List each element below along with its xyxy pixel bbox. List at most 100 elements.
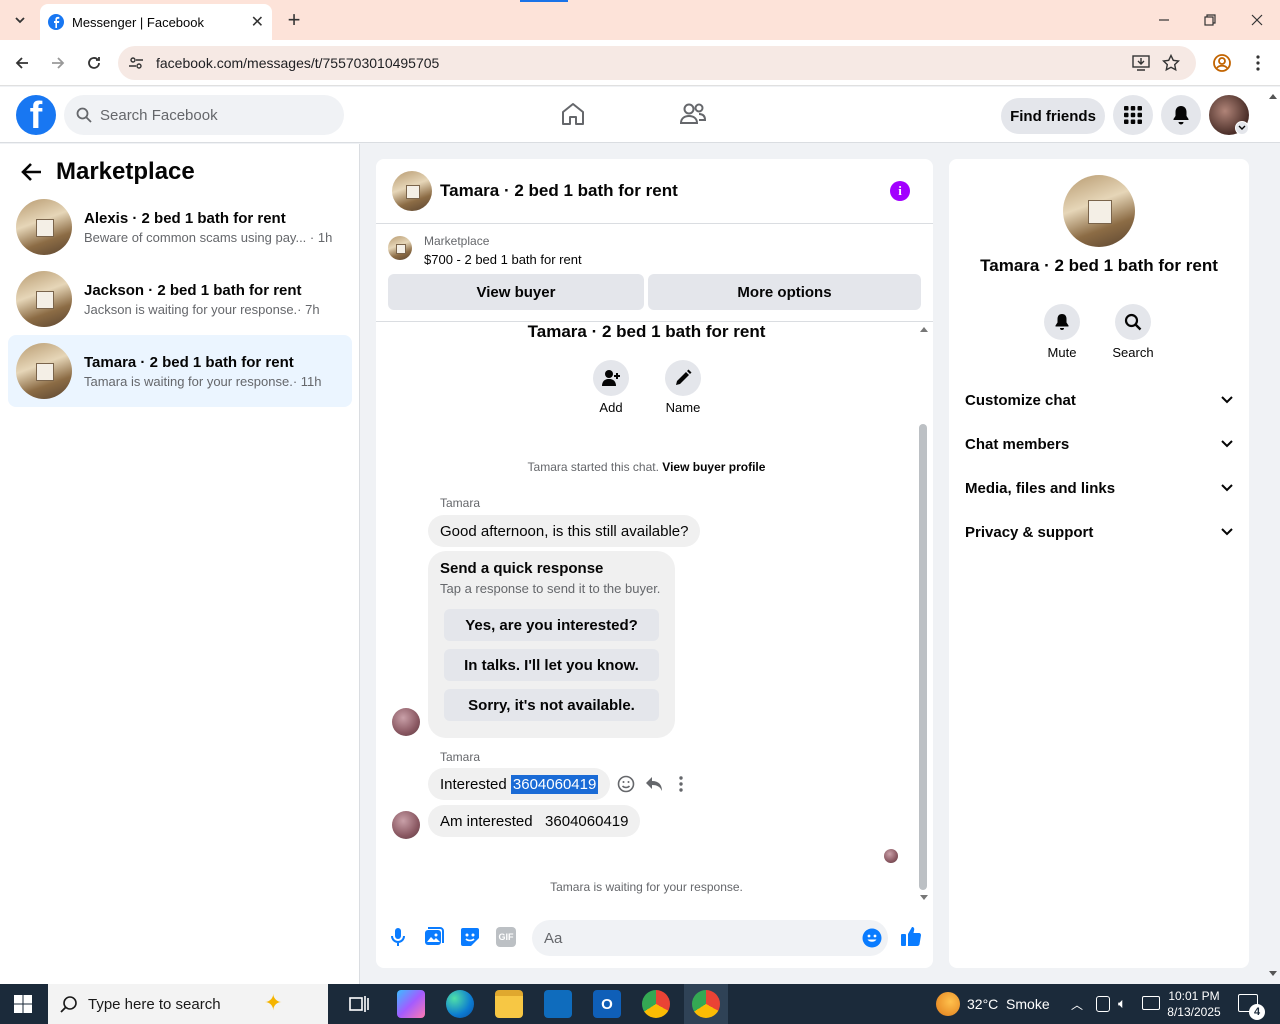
message-input[interactable]: Aa: [532, 920, 888, 956]
privacy-support-section[interactable]: Privacy & support: [965, 510, 1233, 554]
page-scroll-down-icon[interactable]: [1268, 970, 1278, 978]
buyer-avatar[interactable]: [392, 811, 420, 839]
listing-source: Marketplace: [424, 234, 490, 248]
file-explorer-icon[interactable]: [495, 990, 523, 1018]
url-bar[interactable]: facebook.com/messages/t/755703010495705: [118, 46, 1196, 80]
profile-icon[interactable]: [1210, 51, 1234, 75]
sticker-icon[interactable]: [460, 927, 480, 947]
edit-name-icon[interactable]: [665, 360, 701, 396]
conversation-item-active[interactable]: Tamara · 2 bed 1 bath for rent Tamara is…: [8, 335, 352, 407]
search-chat-icon[interactable]: [1115, 304, 1151, 340]
store-icon[interactable]: [544, 990, 572, 1018]
menu-grid-icon[interactable]: [1113, 95, 1153, 135]
listing-info: Marketplace $700 - 2 bed 1 bath for rent: [388, 234, 582, 267]
find-friends-button[interactable]: Find friends: [1001, 98, 1105, 134]
conversation-preview: Jackson is waiting for your response.: [84, 301, 298, 317]
chrome-icon[interactable]: [642, 990, 670, 1018]
info-icon[interactable]: i: [890, 181, 910, 201]
chat-members-section[interactable]: Chat members: [965, 422, 1233, 466]
account-chevron-icon[interactable]: [1235, 121, 1249, 135]
chat-profile-thumbnail[interactable]: [1063, 175, 1135, 247]
browser-tab[interactable]: Messenger | Facebook ✕: [40, 4, 272, 40]
more-actions-icon[interactable]: [679, 776, 683, 792]
gif-icon[interactable]: GIF: [496, 927, 516, 947]
meet-now-icon[interactable]: [1096, 996, 1110, 1012]
view-buyer-button[interactable]: View buyer: [388, 274, 644, 310]
url-text: facebook.com/messages/t/755703010495705: [156, 55, 440, 71]
forward-icon[interactable]: [46, 51, 70, 75]
tray-chevron-icon[interactable]: ︿: [1071, 996, 1083, 1013]
taskbar-search-input[interactable]: Type here to search ✦: [48, 984, 328, 1024]
mute-bell-icon[interactable]: [1044, 304, 1080, 340]
message-bubble[interactable]: Am interested 3604060419: [428, 805, 641, 837]
new-tab-icon[interactable]: +: [282, 7, 306, 32]
listing-title[interactable]: $700 - 2 bed 1 bath for rent: [424, 252, 582, 267]
react-emoji-icon[interactable]: [617, 775, 635, 793]
edge-browser-icon[interactable]: [446, 990, 474, 1018]
home-icon[interactable]: [560, 101, 586, 127]
facebook-search-input[interactable]: Search Facebook: [64, 95, 344, 135]
scroll-up-icon[interactable]: [919, 325, 929, 333]
more-options-button[interactable]: More options: [648, 274, 921, 310]
network-icon[interactable]: [1142, 996, 1160, 1010]
quick-response-button[interactable]: In talks. I'll let you know.: [444, 649, 659, 681]
section-label: Media, files and links: [965, 479, 1116, 497]
page-scroll-up-icon[interactable]: [1268, 92, 1278, 100]
install-app-icon[interactable]: [1132, 55, 1150, 71]
windows-start-icon[interactable]: [14, 995, 32, 1013]
outlook-icon[interactable]: O: [593, 990, 621, 1018]
reply-icon[interactable]: [645, 776, 663, 792]
microphone-icon[interactable]: [390, 927, 406, 947]
quick-response-button[interactable]: Yes, are you interested?: [444, 609, 659, 641]
friends-icon[interactable]: [679, 101, 707, 127]
chat-title[interactable]: Tamara · 2 bed 1 bath for rent: [440, 181, 678, 201]
weather-icon[interactable]: [936, 992, 960, 1016]
customize-chat-section[interactable]: Customize chat: [965, 378, 1233, 422]
conversation-preview: Tamara is waiting for your response.: [84, 373, 293, 389]
back-icon[interactable]: [10, 51, 34, 75]
window-close-icon[interactable]: [1245, 8, 1269, 32]
scrollbar-thumb[interactable]: [919, 424, 927, 890]
emoji-icon[interactable]: [862, 928, 882, 948]
quick-response-title: Send a quick response: [440, 560, 604, 577]
copilot-icon[interactable]: [397, 990, 425, 1018]
listing-thumbnail-small: [388, 236, 412, 260]
media-files-section[interactable]: Media, files and links: [965, 466, 1233, 510]
windows-taskbar: Type here to search ✦ O 32°C Smoke ︿ 🔈︎ …: [0, 984, 1280, 1024]
facebook-logo-icon[interactable]: f: [16, 95, 56, 135]
reload-icon[interactable]: [82, 51, 106, 75]
message-bubble-selected[interactable]: Interested 3604060419: [428, 768, 611, 800]
tab-indicator: [520, 0, 568, 2]
search-highlight-icon: ✦: [264, 990, 283, 1015]
task-view-icon[interactable]: [349, 994, 369, 1014]
view-buyer-profile-link[interactable]: View buyer profile: [662, 460, 765, 474]
chat-panel: Tamara · 2 bed 1 bath for rent i Marketp…: [376, 159, 933, 968]
minimize-icon[interactable]: [1152, 8, 1176, 32]
clock[interactable]: 10:01 PM 8/13/2025: [1162, 988, 1226, 1020]
quick-response-button[interactable]: Sorry, it's not available.: [444, 689, 659, 721]
tab-search-chevron-icon[interactable]: [8, 8, 32, 32]
chevron-down-icon: [1221, 396, 1233, 404]
buyer-avatar[interactable]: [392, 708, 420, 736]
back-arrow-icon[interactable]: [20, 162, 42, 182]
notifications-bell-icon[interactable]: [1161, 95, 1201, 135]
browser-menu-icon[interactable]: [1246, 51, 1270, 75]
bookmark-star-icon[interactable]: [1162, 54, 1180, 72]
conversation-item[interactable]: Alexis · 2 bed 1 bath for rent Beware of…: [8, 191, 352, 263]
notification-count-badge: 4: [1249, 1004, 1265, 1020]
restore-icon[interactable]: [1198, 8, 1222, 32]
message-bubble[interactable]: Good afternoon, is this still available?: [428, 515, 701, 547]
conversation-item[interactable]: Jackson · 2 bed 1 bath for rent Jackson …: [8, 263, 352, 335]
add-person-icon[interactable]: [593, 360, 629, 396]
site-settings-icon[interactable]: [128, 55, 144, 71]
volume-icon[interactable]: 🔈︎: [1118, 995, 1126, 1012]
browser-tab-strip: Messenger | Facebook ✕ +: [0, 0, 1280, 40]
chrome-profile-icon[interactable]: [692, 990, 720, 1018]
add-label: Add: [599, 400, 623, 415]
weather-text[interactable]: 32°C Smoke: [967, 996, 1050, 1012]
photo-icon[interactable]: [424, 927, 444, 947]
like-thumb-icon[interactable]: [900, 925, 922, 947]
name-label: Name: [665, 400, 701, 415]
tab-close-icon[interactable]: ✕: [251, 12, 264, 32]
chat-thumbnail[interactable]: [392, 171, 432, 211]
